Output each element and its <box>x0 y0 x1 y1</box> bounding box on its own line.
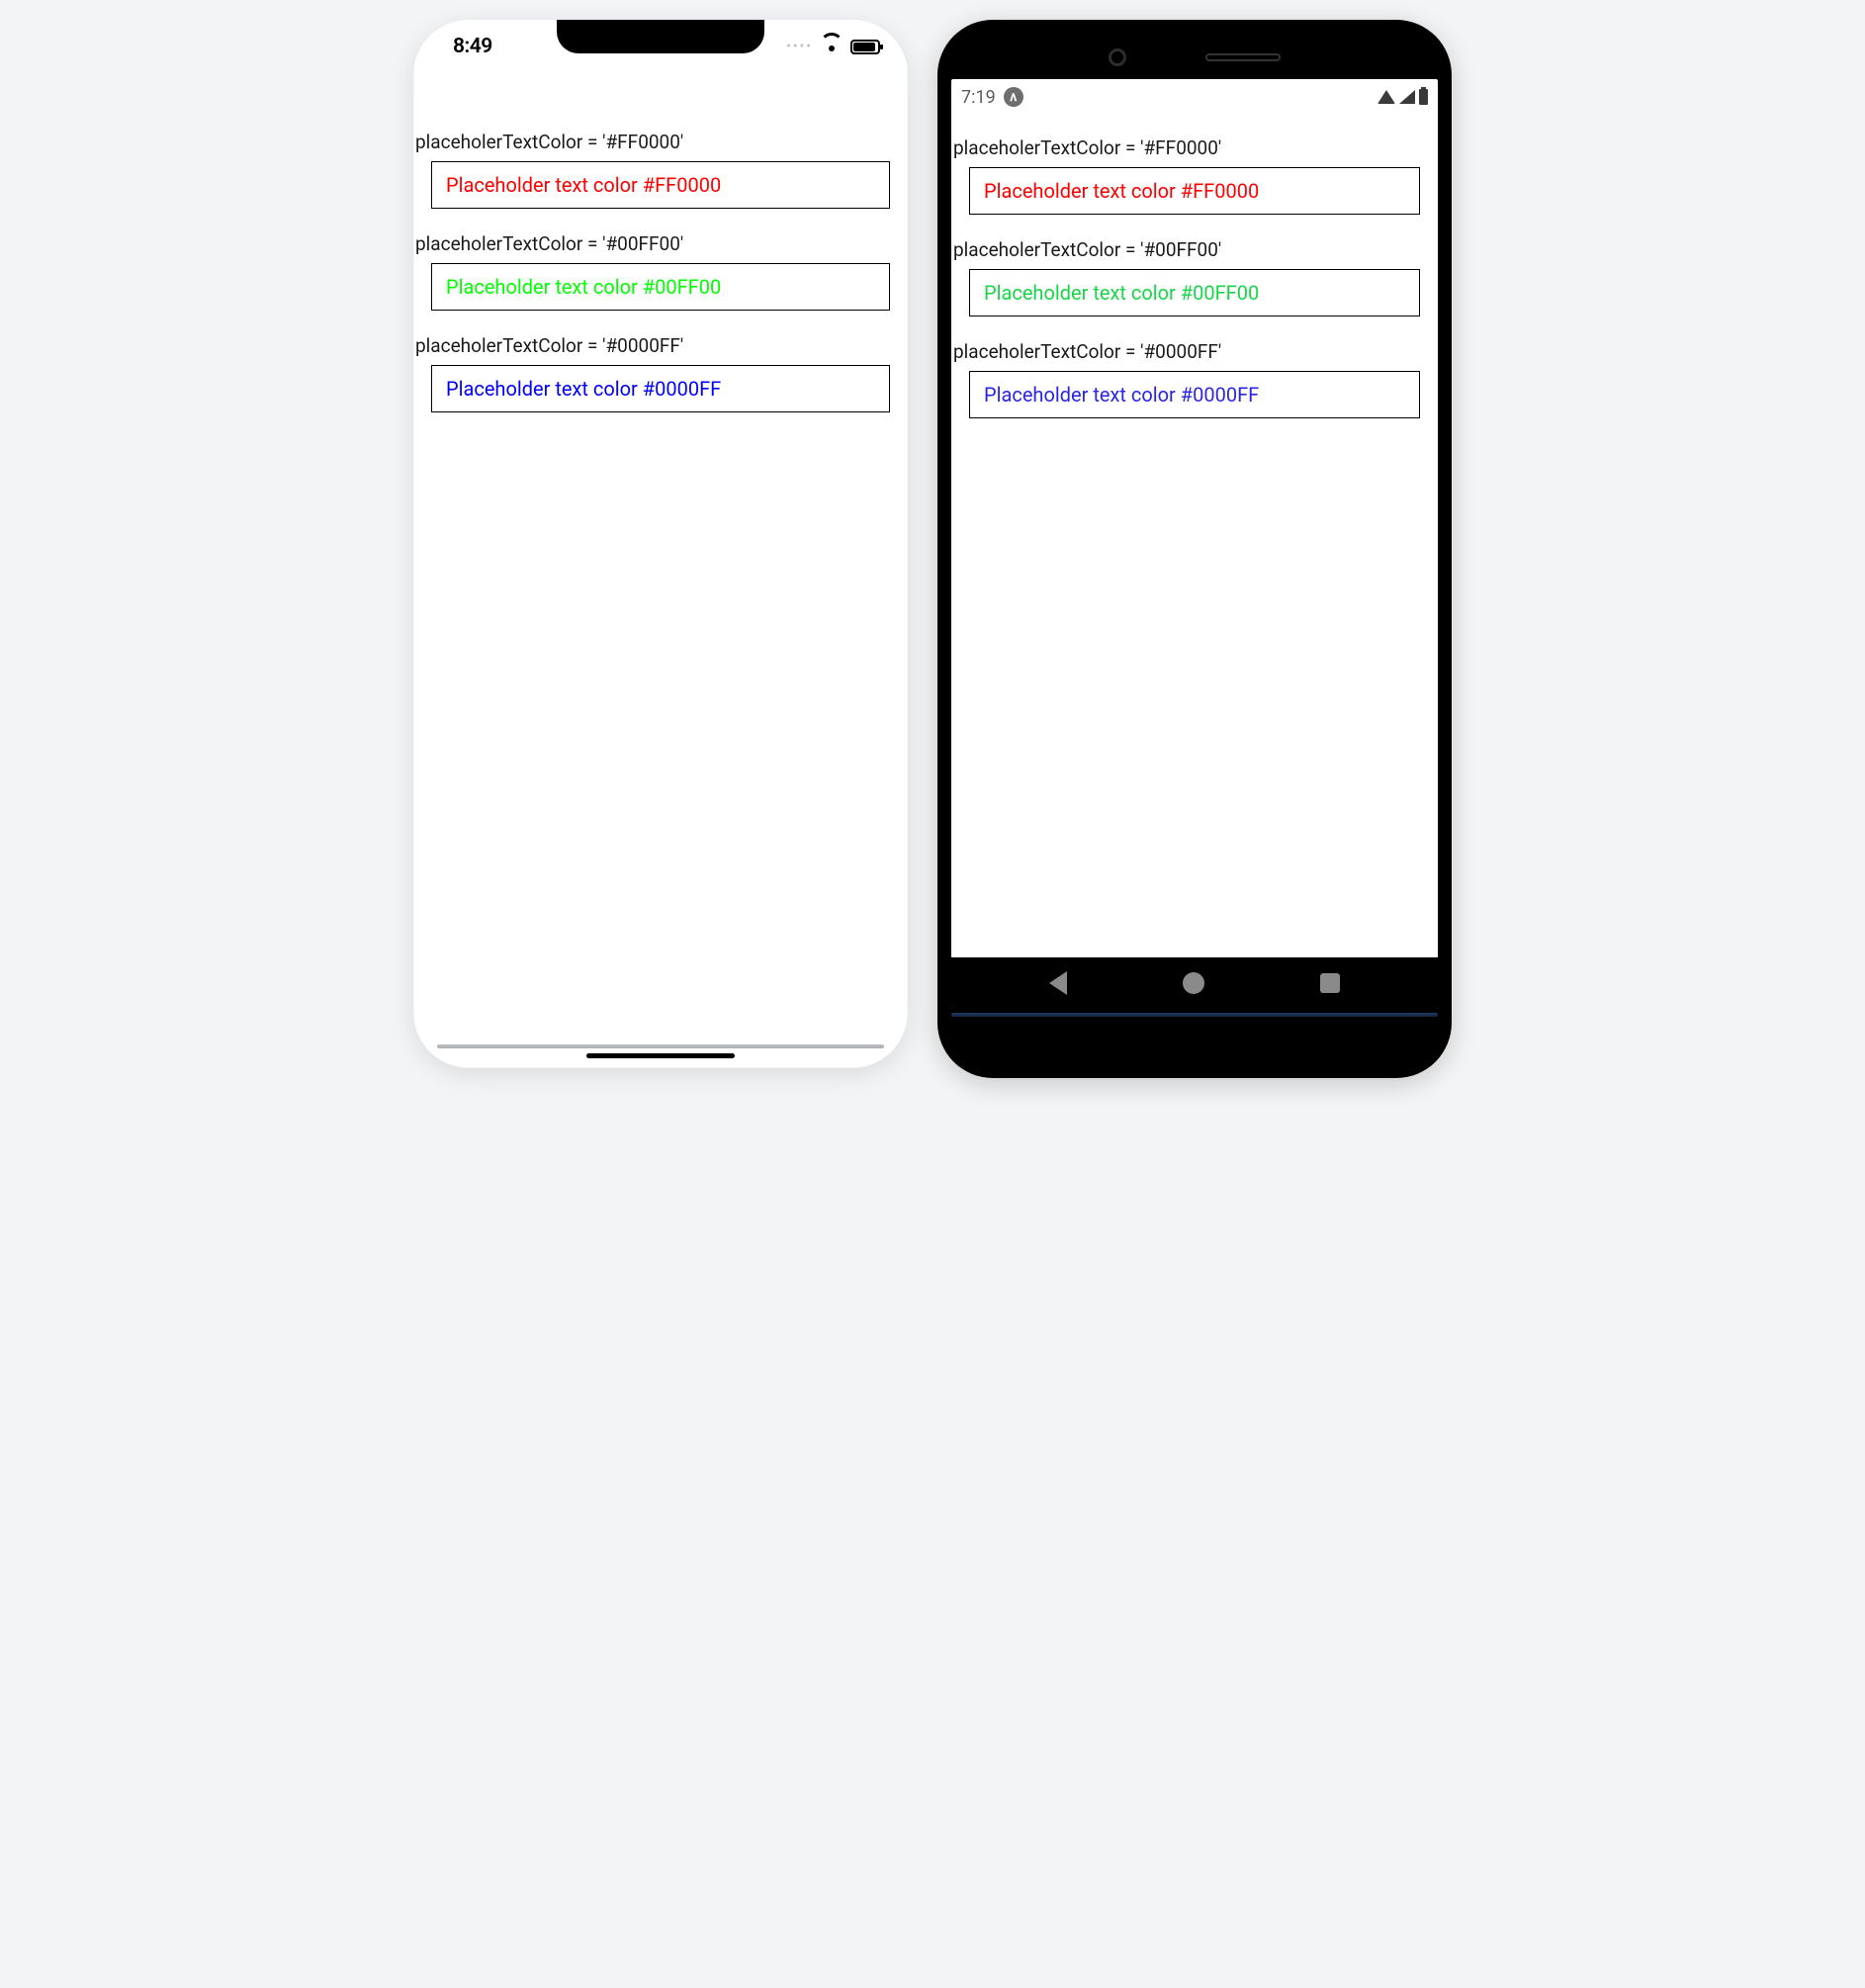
android-camera-icon <box>1109 48 1126 66</box>
wifi-icon <box>821 36 843 57</box>
android-content: placeholerTextColor = '#FF0000' Placehol… <box>951 115 1438 957</box>
android-input-2-placeholder: Placeholder text color #00FF00 <box>984 281 1259 305</box>
ios-label-3: placeholerTextColor = '#0000FF' <box>413 332 908 365</box>
android-input-1[interactable]: Placeholder text color #FF0000 <box>969 167 1420 215</box>
ios-home-indicator[interactable] <box>586 1053 735 1058</box>
ios-input-1[interactable]: Placeholder text color #FF0000 <box>431 161 890 209</box>
ios-input-2-placeholder: Placeholder text color #00FF00 <box>446 275 721 299</box>
ios-input-2[interactable]: Placeholder text color #00FF00 <box>431 263 890 311</box>
android-speaker-icon <box>1205 53 1281 61</box>
signal-icon <box>1399 90 1415 104</box>
android-input-3-placeholder: Placeholder text color #0000FF <box>984 383 1259 407</box>
ios-input-3-placeholder: Placeholder text color #0000FF <box>446 377 721 401</box>
ios-notch <box>557 20 764 53</box>
android-home-button[interactable] <box>1183 972 1204 994</box>
ios-status-time: 8:49 <box>453 31 492 58</box>
ios-input-3[interactable]: Placeholder text color #0000FF <box>431 365 890 412</box>
ios-dots-icon: •••• <box>786 40 813 53</box>
expo-icon: ∧ <box>1004 87 1023 107</box>
battery-icon <box>850 40 880 54</box>
android-label-2: placeholerTextColor = '#00FF00' <box>951 236 1438 269</box>
android-back-button[interactable] <box>1049 971 1067 995</box>
android-input-3[interactable]: Placeholder text color #0000FF <box>969 371 1420 418</box>
android-nav-bar <box>951 957 1438 1009</box>
android-screen: 7:19 ∧ placeholerTextColor = '#FF0000' P… <box>951 79 1438 1009</box>
ios-label-1: placeholerTextColor = '#FF0000' <box>413 129 908 161</box>
android-status-bar: 7:19 ∧ <box>951 79 1438 115</box>
ios-label-2: placeholerTextColor = '#00FF00' <box>413 230 908 263</box>
android-bottom-edge <box>951 1013 1438 1017</box>
android-label-1: placeholerTextColor = '#FF0000' <box>951 135 1438 167</box>
android-label-3: placeholerTextColor = '#0000FF' <box>951 338 1438 371</box>
ios-input-1-placeholder: Placeholder text color #FF0000 <box>446 173 721 197</box>
ios-bottom-shadow <box>437 1044 884 1048</box>
android-device: 7:19 ∧ placeholerTextColor = '#FF0000' P… <box>937 20 1452 1078</box>
android-status-time: 7:19 <box>961 87 996 108</box>
android-input-1-placeholder: Placeholder text color #FF0000 <box>984 179 1259 203</box>
ios-content: placeholerTextColor = '#FF0000' Placehol… <box>413 69 908 412</box>
android-recent-button[interactable] <box>1320 973 1340 993</box>
battery-icon <box>1419 89 1428 105</box>
android-input-2[interactable]: Placeholder text color #00FF00 <box>969 269 1420 316</box>
ios-status-icons: •••• <box>786 32 880 57</box>
wifi-icon <box>1377 90 1395 104</box>
ios-device: 8:49 •••• placeholerTextColor = '#FF0000… <box>413 20 908 1068</box>
android-hardware-top <box>951 36 1438 79</box>
